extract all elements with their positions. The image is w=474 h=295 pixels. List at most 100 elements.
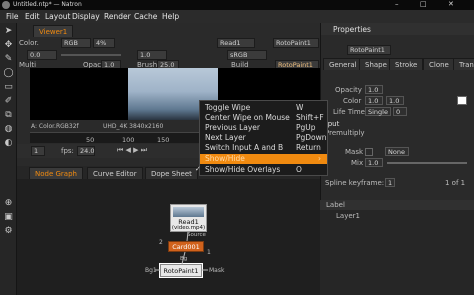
- left-toolbar: ➤ ✥ ✎ ◯ ▭ ✐ ⧉ ◍ ◐ ⊕ ▣ ⚙: [0, 23, 17, 295]
- close-button[interactable]: ✕: [448, 0, 454, 8]
- menu-item-center-wipe[interactable]: Center Wipe on Mouse Shift+F: [200, 113, 327, 123]
- color-label: Color: [343, 97, 362, 105]
- ellipse-tool-icon[interactable]: ◯: [3, 68, 14, 79]
- menu-item-shortcut: PgUp: [296, 123, 316, 132]
- play-buttons[interactable]: ⏮ ◀ ▶ ⏭: [117, 146, 147, 155]
- node-graph-pane: Node Graph Curve Editor Dope Sheet Read1…: [17, 166, 320, 295]
- mask-checkbox[interactable]: [365, 148, 373, 156]
- dodge-tool-icon[interactable]: ◐: [3, 138, 14, 149]
- maximize-button[interactable]: □: [420, 0, 427, 8]
- menu-display[interactable]: Display: [72, 12, 100, 21]
- color-field-r[interactable]: 1.0: [365, 96, 383, 105]
- gamma-field[interactable]: 1.0: [137, 50, 167, 60]
- menu-item-previous-layer[interactable]: Previous Layer PgUp: [200, 123, 327, 133]
- lifetime-frame[interactable]: 0: [393, 107, 407, 116]
- clone-tool-icon[interactable]: ⧉: [3, 110, 14, 121]
- menu-cache[interactable]: Cache: [134, 12, 157, 21]
- bezier-tool-icon[interactable]: ✎: [3, 54, 14, 65]
- checkmark-icon: ✓: [195, 165, 201, 173]
- info-left: A: Color.RGB32f: [31, 123, 79, 130]
- read-tool-icon[interactable]: ▣: [3, 212, 14, 223]
- layer-label: Color.: [19, 39, 39, 47]
- menu-item-toggle-wipe[interactable]: Toggle Wipe W: [200, 103, 327, 113]
- menu-item-label: Previous Layer: [205, 123, 260, 132]
- rectangle-tool-icon[interactable]: ▭: [3, 82, 14, 93]
- mask-label: Mask: [345, 148, 364, 156]
- app-icon: [2, 1, 10, 9]
- color-field-g[interactable]: 1.0: [386, 96, 404, 105]
- menu-edit[interactable]: Edit: [25, 12, 40, 21]
- gain-field[interactable]: 0.0: [27, 50, 57, 60]
- menu-layout[interactable]: Layout: [45, 12, 71, 21]
- color-swatch[interactable]: [457, 96, 467, 105]
- menu-item-switch-inputs[interactable]: Switch Input A and B Return: [200, 143, 327, 153]
- mix-slider[interactable]: [387, 162, 467, 164]
- points-tool-icon[interactable]: ✥: [3, 40, 14, 51]
- tab-clone[interactable]: Clone: [423, 58, 455, 70]
- menu-item-shortcut: Shift+F: [296, 113, 324, 122]
- layer-name: Layer1: [336, 212, 360, 220]
- info-right: UHD_4K 3840x2160: [103, 123, 164, 130]
- menu-bar: File Edit Layout Display Render Cache He…: [0, 10, 474, 23]
- minimize-button[interactable]: –: [395, 0, 399, 8]
- premultiply-label: Premultiply: [325, 129, 365, 137]
- menu-item-label: Show/Hide: [205, 154, 245, 163]
- brush-tool-icon[interactable]: ✐: [3, 96, 14, 107]
- colorspace-select[interactable]: sRGB: [227, 50, 267, 60]
- merge-tool-icon[interactable]: ⊕: [3, 198, 14, 209]
- submenu-arrow-icon: ›: [318, 154, 321, 163]
- menu-item-next-layer[interactable]: Next Layer PgDown: [200, 133, 327, 143]
- spline-keyframe-label: Spline keyframe:: [325, 179, 385, 187]
- input-a-select[interactable]: Read1: [217, 38, 255, 48]
- timeline-tick-100: 100: [122, 136, 135, 144]
- menu-item-shortcut: Return: [296, 143, 321, 152]
- tab-general[interactable]: General: [323, 58, 363, 70]
- mix-field[interactable]: 1.0: [365, 158, 383, 167]
- window-title: Untitled.ntp* — Natron: [13, 1, 82, 8]
- menu-item-label: Next Layer: [205, 133, 246, 142]
- node-name-field[interactable]: RotoPaint1: [347, 45, 391, 55]
- filter-tool-icon[interactable]: ⚙: [3, 226, 14, 237]
- menu-item-shortcut: PgDown: [296, 133, 327, 142]
- menu-item-show-hide[interactable]: Show/Hide ›: [200, 154, 327, 164]
- lifetime-select[interactable]: Single: [365, 107, 391, 116]
- opacity-label: Opacity: [335, 86, 362, 94]
- frame-field[interactable]: 1: [31, 146, 45, 156]
- menu-file[interactable]: File: [6, 12, 19, 21]
- tab-viewer1[interactable]: Viewer1: [33, 25, 74, 37]
- timeline-tick-150: 150: [157, 136, 170, 144]
- menu-item-label: Center Wipe on Mouse: [205, 113, 290, 122]
- spline-keyframe-field[interactable]: 1: [385, 178, 395, 187]
- menu-item-label: Toggle Wipe: [205, 103, 251, 112]
- fps-label: fps:: [61, 147, 74, 155]
- title-bar: Untitled.ntp* — Natron – □ ✕: [0, 0, 474, 10]
- layers-label-column: Label: [326, 201, 345, 209]
- menu-item-shortcut: O: [296, 165, 302, 174]
- channels-select[interactable]: RGB: [61, 38, 91, 48]
- mix-label: Mix: [351, 159, 364, 167]
- tab-stroke[interactable]: Stroke: [389, 58, 424, 70]
- node-connections: [155, 231, 208, 271]
- spline-keyframe-count: 1 of 1: [445, 179, 466, 187]
- timeline-tick-50: 50: [86, 136, 95, 144]
- menu-item-shortcut: W: [296, 103, 304, 112]
- lifetime-label: Life Time: [333, 108, 365, 116]
- menu-item-label: Switch Input A and B: [205, 143, 284, 152]
- mask-select[interactable]: None: [385, 147, 409, 156]
- menu-item-show-hide-overlays[interactable]: ✓ Show/Hide Overlays O: [195, 165, 327, 175]
- blur-tool-icon[interactable]: ◍: [3, 124, 14, 135]
- menu-item-label: Show/Hide Overlays: [205, 165, 281, 174]
- zoom-select[interactable]: 4%: [93, 38, 115, 48]
- gain-slider[interactable]: [61, 54, 121, 56]
- select-tool-icon[interactable]: ➤: [3, 26, 14, 37]
- viewer-context-menu: Toggle Wipe W Center Wipe on Mouse Shift…: [195, 100, 328, 176]
- menu-render[interactable]: Render: [104, 12, 131, 21]
- menu-help[interactable]: Help: [162, 12, 179, 21]
- fps-field[interactable]: 24.0: [77, 146, 95, 156]
- layers-panel: Label Layer1: [320, 200, 474, 295]
- tab-transform[interactable]: Transf: [453, 58, 474, 70]
- properties-title: Properties: [333, 25, 371, 34]
- tab-shape[interactable]: Shape: [359, 58, 393, 70]
- opacity-field[interactable]: 1.0: [365, 85, 383, 94]
- input-b-select[interactable]: RotoPaint1: [273, 38, 319, 48]
